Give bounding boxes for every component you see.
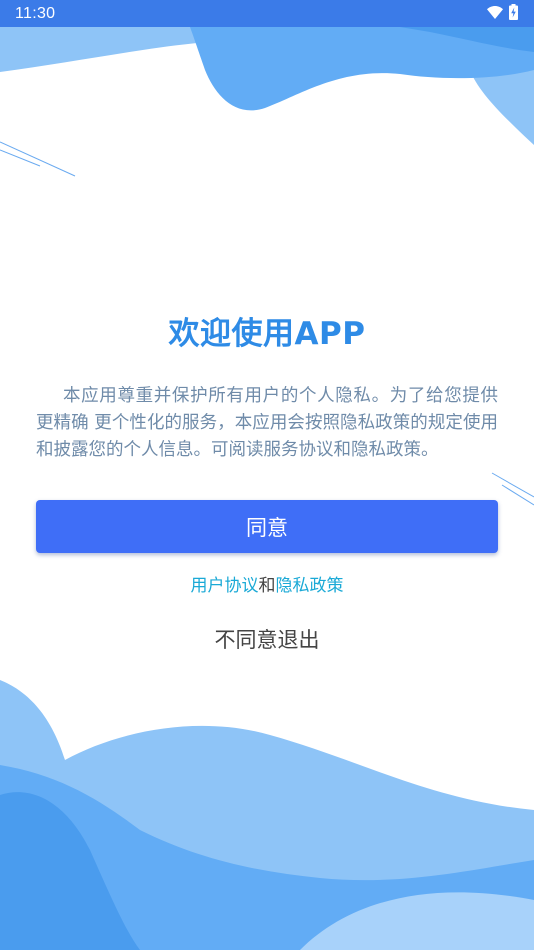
privacy-policy-link[interactable]: 隐私政策 — [276, 576, 344, 596]
status-bar: 11:30 — [0, 0, 534, 27]
page-title: 欢迎使用APP — [168, 316, 366, 352]
wifi-icon — [487, 4, 503, 23]
welcome-dialog: 欢迎使用APP 本应用尊重并保护所有用户的个人隐私。为了给您提供更精确 更个性化… — [0, 0, 534, 950]
user-agreement-link[interactable]: 用户协议 — [191, 576, 259, 596]
agree-button[interactable]: 同意 — [36, 500, 498, 553]
disagree-exit-button[interactable]: 不同意退出 — [0, 624, 534, 654]
status-icons — [487, 3, 518, 24]
privacy-intro-text: 本应用尊重并保护所有用户的个人隐私。为了给您提供更精确 更个性化的服务，本应用会… — [36, 386, 498, 460]
link-joiner-text: 和 — [258, 576, 276, 596]
status-time: 11:30 — [15, 4, 56, 22]
policy-links: 用户协议和隐私政策 — [0, 571, 534, 596]
battery-charging-icon — [509, 3, 518, 24]
